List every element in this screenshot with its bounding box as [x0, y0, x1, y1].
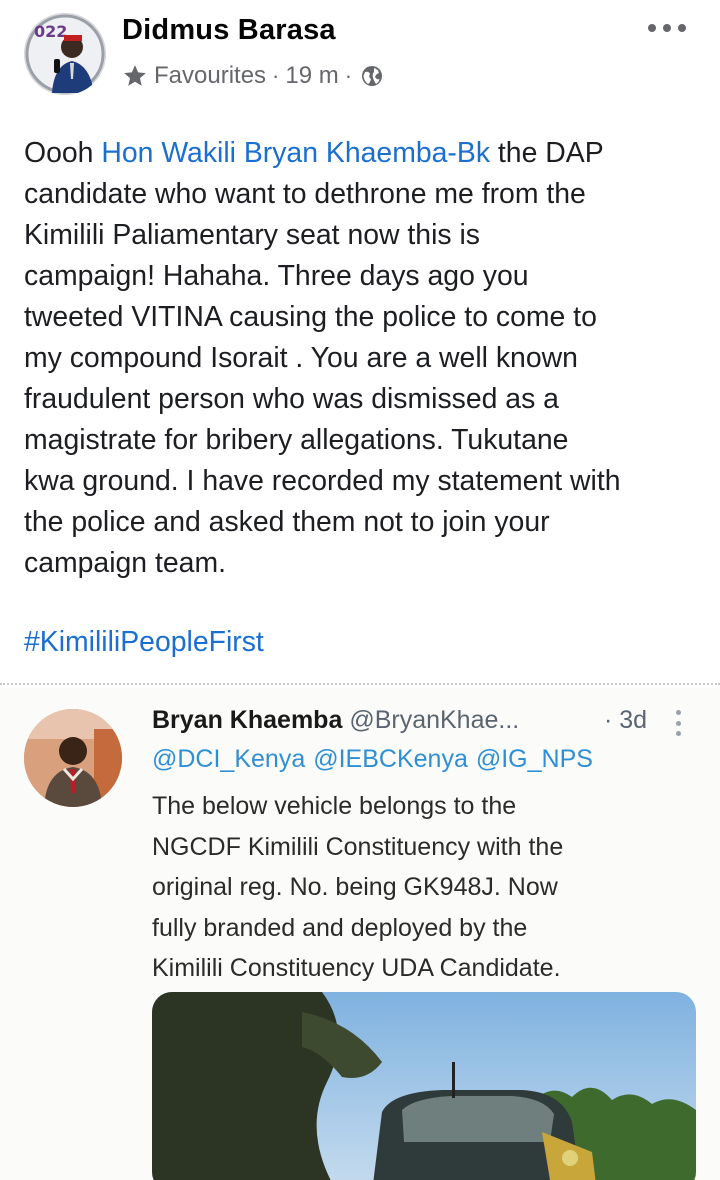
globe-icon: [362, 66, 383, 86]
tweet-author-handle: @BryanKhae...: [349, 706, 520, 734]
tweet-mention: @DCI_Kenya: [152, 745, 306, 773]
vehicle-photo: [152, 992, 696, 1180]
meta-separator: ·: [272, 63, 280, 88]
tweet-mention: @IG_NPS: [475, 745, 593, 773]
tweet-mentions: @DCI_Kenya @IEBCKenya @IG_NPS: [152, 745, 601, 774]
tweet-mention: @IEBCKenya: [313, 745, 468, 773]
hashtag-link[interactable]: #KimililiPeopleFirst: [24, 622, 264, 663]
tweet-author-name: Bryan Khaemba: [152, 706, 343, 734]
avatar-image: 022: [24, 13, 106, 95]
star-icon: [124, 65, 146, 86]
author-name[interactable]: Didmus Barasa: [122, 14, 336, 47]
audience-label[interactable]: Favourites: [154, 62, 266, 90]
kebab-icon: [676, 710, 682, 736]
post-text-body: the DAP candidate who want to dethrone m…: [24, 137, 621, 579]
mention-link[interactable]: Hon Wakili Bryan Khaemba-Bk: [101, 137, 490, 169]
author-avatar[interactable]: 022: [24, 13, 106, 95]
tweet-avatar-image: [24, 709, 122, 807]
post-time[interactable]: 19 m: [285, 62, 338, 90]
vehicle-photo-image: [152, 992, 696, 1180]
meta-separator: ·: [344, 63, 353, 88]
post-text: Oooh Hon Wakili Bryan Khaemba-Bk the DAP…: [24, 133, 714, 584]
post-text-intro: Oooh: [24, 137, 102, 169]
tweet-header: Bryan Khaemba @BryanKhae...: [152, 706, 519, 735]
svg-text:022: 022: [34, 22, 67, 41]
embedded-tweet-image[interactable]: Bryan Khaemba @BryanKhae... · 3d @DCI_Ke…: [0, 688, 720, 1180]
post-meta: Favourites · 19 m ·: [122, 62, 384, 90]
tweet-author-avatar: [24, 709, 122, 807]
content-divider: [0, 683, 720, 685]
post-header: 022 Didmus Barasa Favourites · 19 m ·: [0, 0, 720, 110]
tweet-body: The below vehicle belongs to the NGCDF K…: [152, 792, 564, 982]
more-options-icon[interactable]: [648, 18, 686, 38]
tweet-time: · 3d: [604, 706, 648, 734]
